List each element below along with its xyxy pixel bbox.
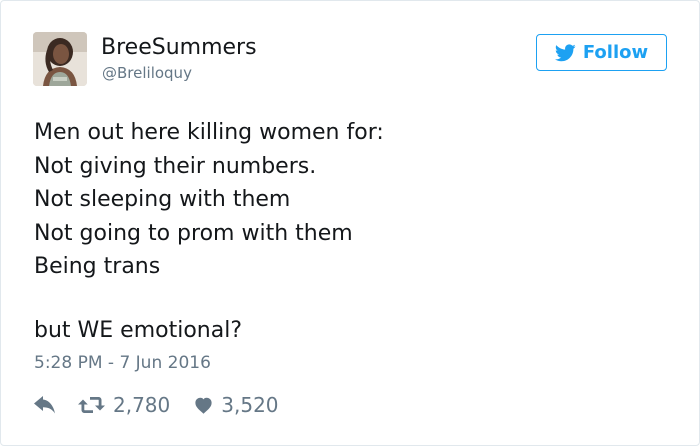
follow-button[interactable]: Follow [536, 34, 667, 71]
retweet-count: 2,780 [113, 393, 171, 417]
like-count: 3,520 [221, 393, 279, 417]
tweet-line: Not giving their numbers. [34, 153, 317, 179]
reply-button[interactable] [34, 396, 56, 414]
retweet-icon [78, 397, 105, 413]
tweet-line: Not going to prom with them [34, 220, 353, 246]
avatar[interactable] [33, 32, 87, 86]
tweet-card: BreeSummers @Breliloquy Follow Men out h… [0, 0, 700, 446]
tweet-line: Men out here killing women for: [34, 120, 384, 145]
heart-icon [195, 397, 212, 414]
avatar-photo [33, 32, 87, 86]
tweet-actions: 2,780 3,520 [34, 390, 279, 420]
retweet-button[interactable]: 2,780 [78, 393, 170, 417]
tweet-line: but WE emotional? [34, 317, 243, 343]
tweet-line: Not sleeping with them [34, 187, 291, 212]
user-handle[interactable]: @Breliloquy [102, 63, 192, 83]
tweet-timestamp[interactable]: 5:28 PM - 7 Jun 2016 [34, 351, 211, 375]
reply-icon [34, 396, 55, 414]
tweet-line: Being trans [34, 254, 161, 279]
follow-button-label: Follow [582, 42, 649, 63]
twitter-bird-icon [554, 43, 576, 61]
display-name[interactable]: BreeSummers [101, 34, 257, 62]
tweet-text: Men out here killing women for: Not givi… [34, 116, 674, 347]
like-button[interactable]: 3,520 [194, 393, 279, 417]
